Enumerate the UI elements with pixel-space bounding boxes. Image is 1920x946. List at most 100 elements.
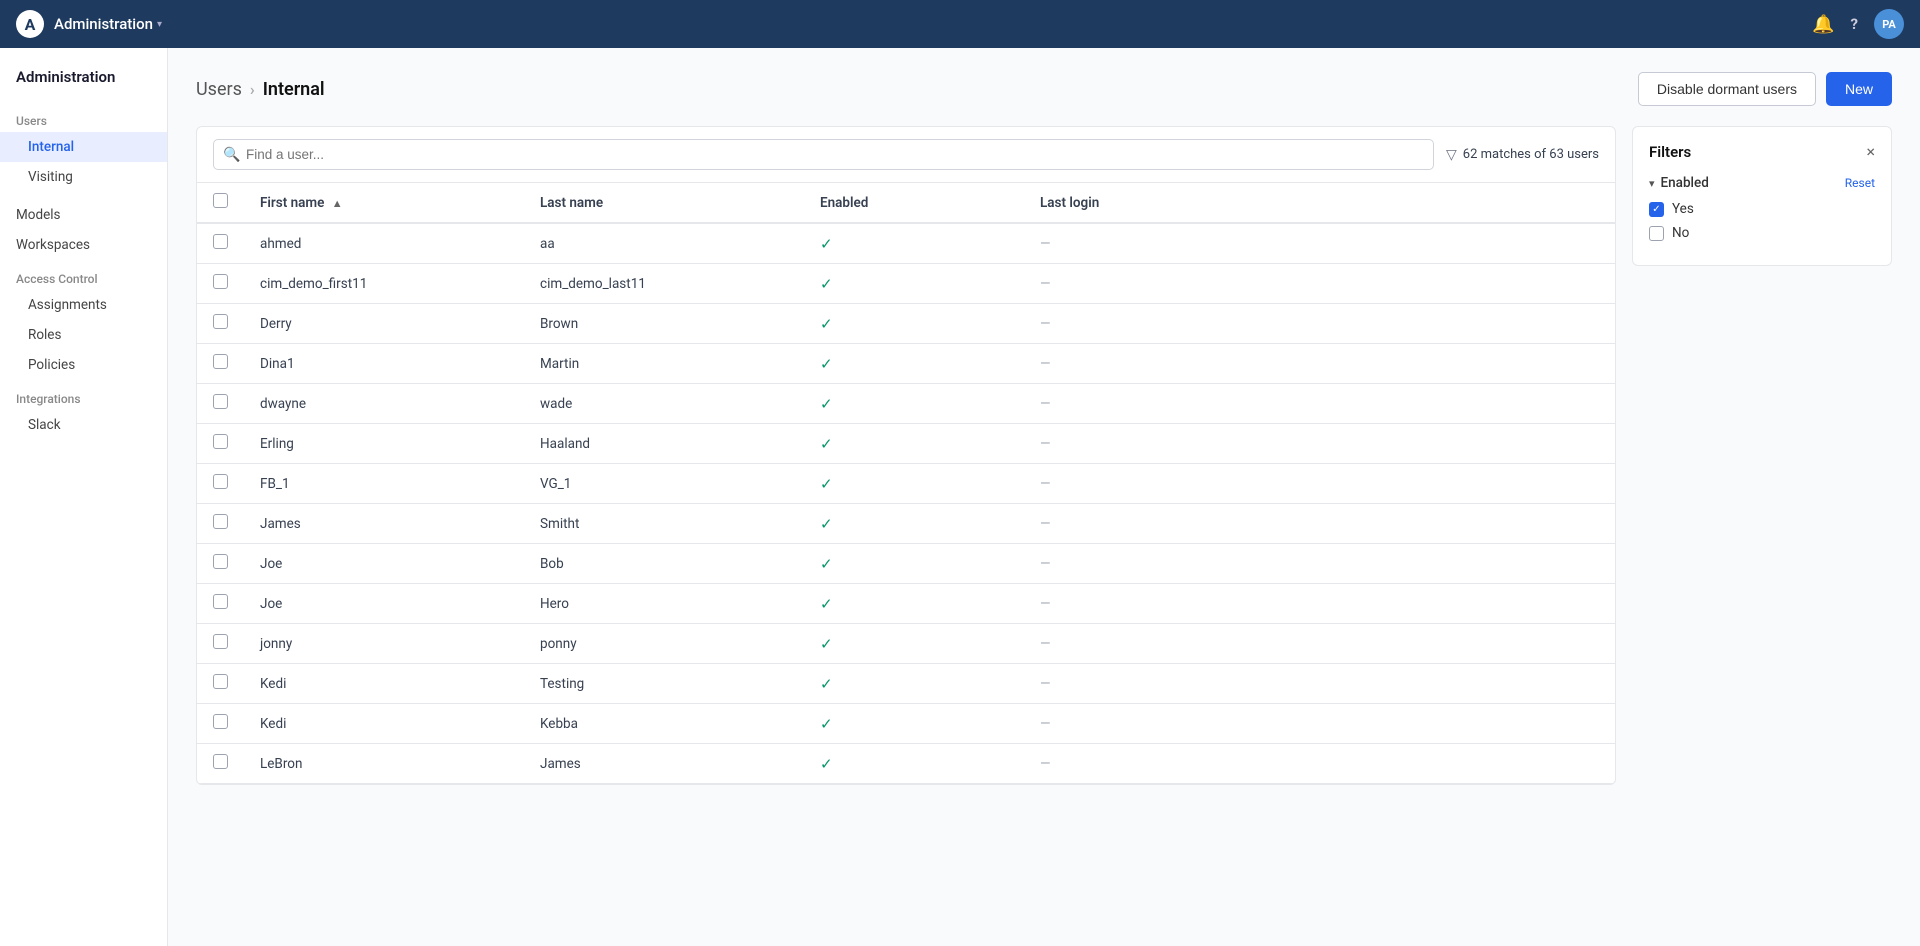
filter-group-header: ▾ Enabled Reset	[1649, 175, 1875, 191]
table-row: cim_demo_first11 cim_demo_last11 ✓ —	[197, 264, 1615, 304]
enabled-check-icon: ✓	[820, 635, 833, 653]
filter-badge: ▽ 62 matches of 63 users	[1446, 147, 1599, 163]
filter-no-checkbox[interactable]	[1649, 226, 1664, 241]
sidebar-item-roles[interactable]: Roles	[0, 320, 167, 350]
row-checkbox-cell[interactable]	[197, 704, 244, 744]
row-enabled: ✓	[804, 544, 1024, 584]
row-checkbox[interactable]	[213, 554, 228, 569]
search-input-wrap: 🔍	[213, 139, 1434, 170]
table-row: jonny ponny ✓ —	[197, 624, 1615, 664]
row-first-name: James	[244, 504, 524, 544]
row-first-name: dwayne	[244, 384, 524, 424]
match-count: 62 matches of 63 users	[1463, 147, 1599, 162]
header-first-name[interactable]: First name ▲	[244, 183, 524, 223]
sidebar-section-access-control: Access Control	[0, 260, 167, 290]
row-last-login: —	[1024, 504, 1615, 544]
sidebar-item-slack[interactable]: Slack	[0, 410, 167, 440]
sidebar-item-policies[interactable]: Policies	[0, 350, 167, 380]
row-enabled: ✓	[804, 744, 1024, 784]
row-checkbox[interactable]	[213, 634, 228, 649]
table-row: Kedi Kebba ✓ —	[197, 704, 1615, 744]
disable-dormant-button[interactable]: Disable dormant users	[1638, 72, 1816, 106]
filters-title: Filters	[1649, 143, 1691, 161]
avatar[interactable]: PA	[1874, 9, 1904, 39]
table-row: dwayne wade ✓ —	[197, 384, 1615, 424]
row-last-login: —	[1024, 664, 1615, 704]
row-checkbox[interactable]	[213, 714, 228, 729]
row-checkbox-cell[interactable]	[197, 384, 244, 424]
filter-reset-button[interactable]: Reset	[1845, 176, 1875, 190]
row-checkbox-cell[interactable]	[197, 344, 244, 384]
sidebar-item-assignments[interactable]: Assignments	[0, 290, 167, 320]
filter-icon: ▽	[1446, 147, 1457, 163]
filters-close-button[interactable]: ×	[1866, 144, 1875, 160]
table-row: James Smitht ✓ —	[197, 504, 1615, 544]
sidebar-item-internal[interactable]: Internal	[0, 132, 167, 162]
row-checkbox[interactable]	[213, 754, 228, 769]
filter-group-label[interactable]: ▾ Enabled	[1649, 175, 1709, 191]
row-enabled: ✓	[804, 624, 1024, 664]
row-checkbox[interactable]	[213, 314, 228, 329]
row-checkbox-cell[interactable]	[197, 544, 244, 584]
row-checkbox-cell[interactable]	[197, 464, 244, 504]
row-last-login: —	[1024, 384, 1615, 424]
header-actions: Disable dormant users New	[1638, 72, 1892, 106]
row-checkbox-cell[interactable]	[197, 504, 244, 544]
row-first-name: Derry	[244, 304, 524, 344]
header-select-all[interactable]	[197, 183, 244, 223]
row-enabled: ✓	[804, 344, 1024, 384]
header-last-login[interactable]: Last login	[1024, 183, 1615, 223]
row-checkbox-cell[interactable]	[197, 223, 244, 264]
row-checkbox[interactable]	[213, 354, 228, 369]
row-last-login: —	[1024, 304, 1615, 344]
row-checkbox[interactable]	[213, 674, 228, 689]
sidebar-item-models[interactable]: Models	[0, 200, 167, 230]
enabled-check-icon: ✓	[820, 675, 833, 693]
row-checkbox-cell[interactable]	[197, 584, 244, 624]
enabled-check-icon: ✓	[820, 755, 833, 773]
sort-asc-icon: ▲	[332, 197, 343, 210]
sidebar-item-workspaces[interactable]: Workspaces	[0, 230, 167, 260]
row-checkbox[interactable]	[213, 474, 228, 489]
row-enabled: ✓	[804, 464, 1024, 504]
row-checkbox-cell[interactable]	[197, 304, 244, 344]
row-enabled: ✓	[804, 424, 1024, 464]
table-row: LeBron James ✓ —	[197, 744, 1615, 784]
new-button[interactable]: New	[1826, 72, 1892, 106]
table-row: Joe Bob ✓ —	[197, 544, 1615, 584]
content-area: 🔍 ▽ 62 matches of 63 users	[196, 126, 1892, 785]
search-input[interactable]	[213, 139, 1434, 170]
enabled-check-icon: ✓	[820, 235, 833, 253]
user-table: First name ▲ Last name Enabled Last logi…	[197, 183, 1615, 784]
row-last-login: —	[1024, 223, 1615, 264]
row-checkbox-cell[interactable]	[197, 264, 244, 304]
row-checkbox[interactable]	[213, 594, 228, 609]
breadcrumb-parent[interactable]: Users	[196, 79, 242, 100]
row-checkbox-cell[interactable]	[197, 744, 244, 784]
table-body: ahmed aa ✓ — cim_demo_first11 cim_demo_l…	[197, 223, 1615, 784]
row-checkbox[interactable]	[213, 514, 228, 529]
row-checkbox-cell[interactable]	[197, 664, 244, 704]
row-first-name: cim_demo_first11	[244, 264, 524, 304]
table-header-row: First name ▲ Last name Enabled Last logi…	[197, 183, 1615, 223]
header-enabled[interactable]: Enabled	[804, 183, 1024, 223]
row-checkbox[interactable]	[213, 234, 228, 249]
sidebar-item-visiting[interactable]: Visiting	[0, 162, 167, 192]
main-content: Users › Internal Disable dormant users N…	[168, 48, 1920, 946]
notification-icon[interactable]: 🔔	[1812, 14, 1834, 35]
enabled-check-icon: ✓	[820, 315, 833, 333]
app-name[interactable]: Administration ▾	[54, 15, 162, 33]
layout: Administration Users Internal Visiting M…	[0, 48, 1920, 946]
row-checkbox[interactable]	[213, 274, 228, 289]
row-checkbox[interactable]	[213, 394, 228, 409]
header-last-name[interactable]: Last name	[524, 183, 804, 223]
row-last-name: aa	[524, 223, 804, 264]
select-all-checkbox[interactable]	[213, 193, 228, 208]
row-checkbox-cell[interactable]	[197, 624, 244, 664]
row-checkbox[interactable]	[213, 434, 228, 449]
help-icon[interactable]: ?	[1851, 15, 1858, 33]
filter-yes-checkbox[interactable]: ✓	[1649, 202, 1664, 217]
row-checkbox-cell[interactable]	[197, 424, 244, 464]
enabled-check-icon: ✓	[820, 515, 833, 533]
row-last-name: Hero	[524, 584, 804, 624]
